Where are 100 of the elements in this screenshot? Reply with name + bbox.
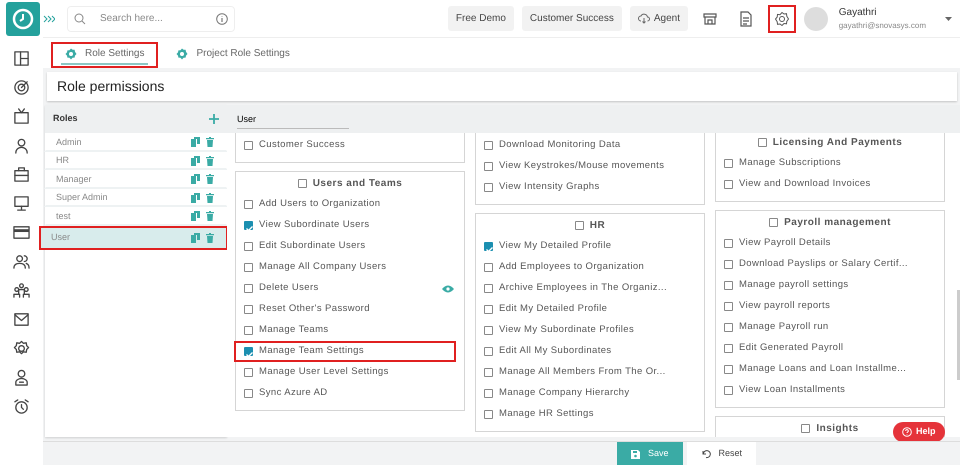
document-icon (738, 10, 754, 26)
checkbox[interactable] (484, 305, 493, 314)
trash-icon[interactable] (206, 156, 214, 166)
people-icon[interactable] (13, 253, 30, 270)
checkbox[interactable] (244, 284, 253, 293)
checkbox[interactable] (484, 263, 493, 272)
checkbox[interactable] (484, 183, 493, 192)
checkbox[interactable] (724, 180, 733, 189)
checkbox[interactable] (724, 281, 733, 290)
permission-label: View My Detailed Profile (499, 239, 612, 254)
checkbox[interactable] (244, 389, 253, 398)
save-button[interactable]: Save (616, 442, 682, 465)
group-title: Insights (816, 422, 859, 436)
permission-label: Manage Loans and Loan Installme... (739, 362, 908, 376)
layout-icon[interactable] (13, 50, 30, 67)
trash-icon[interactable] (206, 137, 214, 148)
user-badge-icon[interactable] (13, 369, 30, 386)
checkbox[interactable] (484, 284, 493, 293)
copy-icon[interactable] (191, 137, 200, 148)
expand-icon[interactable] (43, 14, 55, 24)
search-field[interactable]: Search here... (92, 10, 210, 27)
target-icon[interactable] (13, 79, 30, 96)
role-row[interactable]: User (39, 226, 228, 250)
checkbox[interactable] (484, 162, 493, 171)
eye-icon[interactable] (442, 284, 454, 292)
reset-button[interactable]: Reset (686, 442, 756, 465)
copy-icon[interactable] (191, 192, 200, 203)
checkbox[interactable] (758, 138, 767, 147)
tab[interactable]: Project Role Settings (162, 42, 304, 68)
trash-icon[interactable] (206, 192, 214, 203)
checkbox[interactable] (244, 200, 253, 209)
add-icon[interactable] (209, 114, 219, 124)
group-title: Licensing And Payments (772, 136, 902, 150)
permission-label: Manage Company Hierarchy (499, 386, 631, 400)
checkbox[interactable] (484, 347, 493, 356)
permission-label: Delete Users (259, 281, 320, 296)
search-bar[interactable]: Search here... (67, 6, 235, 32)
copy-icon[interactable] (191, 174, 200, 184)
checkbox[interactable] (484, 242, 493, 251)
permission-label: Manage User Level Settings (259, 365, 390, 380)
checkbox[interactable] (574, 221, 584, 230)
checkbox[interactable] (484, 141, 493, 150)
checkbox[interactable] (244, 242, 253, 251)
top-button[interactable]: Customer Success (522, 6, 622, 31)
checkbox[interactable] (801, 424, 810, 433)
copy-icon[interactable] (191, 232, 200, 242)
checkbox[interactable] (724, 239, 733, 248)
alarm-clock-icon[interactable] (13, 398, 30, 415)
help-button[interactable]: Help (893, 422, 945, 442)
checkbox[interactable] (244, 221, 253, 230)
checkbox[interactable] (724, 260, 733, 269)
team-icon[interactable] (13, 282, 30, 299)
checkbox[interactable] (484, 410, 493, 419)
settings-icon[interactable] (13, 340, 30, 357)
question-icon (902, 426, 912, 437)
role-name-field[interactable]: User (237, 112, 349, 128)
role-name: HR (56, 154, 70, 167)
permission-label: Manage Team Settings (259, 344, 365, 358)
permission-label: Add Employees to Organization (499, 260, 646, 274)
checkbox[interactable] (244, 305, 253, 314)
checkbox[interactable] (244, 326, 253, 335)
checkbox[interactable] (724, 323, 733, 332)
checkbox[interactable] (244, 368, 253, 377)
monitor-icon[interactable] (13, 195, 30, 212)
mail-icon[interactable] (13, 311, 30, 328)
checkbox[interactable] (244, 263, 253, 272)
permission-label: Manage Subscriptions (739, 156, 842, 170)
permission-label: Download Payslips or Salary Certif... (739, 257, 909, 272)
trash-icon[interactable] (206, 174, 214, 184)
checkbox[interactable] (484, 368, 493, 377)
checkbox[interactable] (724, 365, 733, 374)
trash-icon[interactable] (206, 211, 214, 222)
copy-icon[interactable] (191, 156, 200, 166)
tv-icon[interactable] (13, 108, 30, 125)
briefcase-icon[interactable] (13, 166, 30, 183)
checkbox[interactable] (724, 344, 733, 353)
checkbox[interactable] (724, 159, 733, 168)
info-icon[interactable] (216, 12, 228, 24)
permission-label: Sync Azure AD (259, 386, 329, 400)
permission-label: Archive Employees in The Organiz... (499, 281, 668, 296)
permission-label: View Subordinate Users (259, 218, 371, 232)
checkbox[interactable] (769, 218, 778, 227)
trash-icon[interactable] (206, 232, 214, 242)
person-icon[interactable] (13, 137, 30, 154)
checkbox[interactable] (724, 302, 733, 311)
settings-button[interactable] (768, 4, 796, 32)
checkbox[interactable] (724, 386, 733, 395)
top-button[interactable]: Agent (630, 6, 688, 31)
card-icon[interactable] (13, 224, 30, 241)
checkbox[interactable] (484, 326, 493, 335)
top-button[interactable]: Free Demo (448, 6, 514, 31)
permission-label: Manage HR Settings (499, 407, 595, 422)
checkbox[interactable] (244, 347, 253, 356)
copy-icon[interactable] (191, 211, 200, 222)
checkbox[interactable] (244, 141, 253, 150)
tab[interactable]: Role Settings (51, 42, 158, 68)
app-logo[interactable] (6, 2, 40, 36)
checkbox[interactable] (484, 389, 493, 398)
checkbox[interactable] (298, 179, 307, 188)
caret-icon[interactable] (945, 16, 952, 20)
